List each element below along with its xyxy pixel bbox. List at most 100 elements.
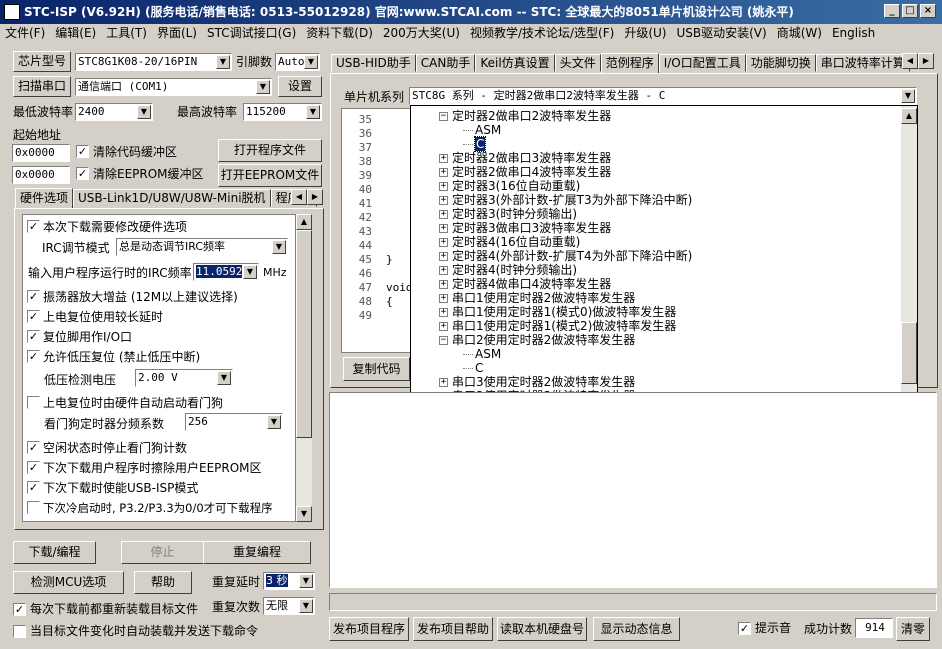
tab-scroll-right-icon[interactable]: ▶ — [307, 189, 323, 205]
max-baud-select[interactable]: 115200 ▼ — [243, 103, 322, 121]
collapse-icon[interactable]: − — [439, 336, 448, 345]
idle-stop-wd-checkbox[interactable]: ✓ — [27, 441, 40, 454]
repeat-delay-select[interactable]: 3 秒 ▼ — [263, 572, 315, 590]
expand-icon[interactable]: + — [439, 294, 448, 303]
tree-node[interactable]: − 串口2使用定时器2做波特率发生器 — [439, 333, 635, 347]
scroll-thumb[interactable] — [296, 230, 312, 438]
tree-node[interactable]: + 定时器3做串口3波特率发生器 — [439, 221, 611, 235]
detect-mcu-button[interactable]: 检测MCU选项 — [13, 571, 124, 594]
tab-right-1[interactable]: CAN助手 — [415, 54, 476, 72]
menu-item-10[interactable]: 商城(W) — [772, 24, 827, 42]
clear-count-button[interactable]: 清零 — [896, 617, 930, 641]
tree-leaf[interactable]: ASM — [463, 123, 501, 137]
port-select[interactable]: 通信端口 (COM1) ▼ — [75, 78, 272, 96]
chip-model-button[interactable]: 芯片型号 — [13, 51, 71, 72]
tree-node[interactable]: + 定时器3(16位自动重载) — [439, 179, 580, 193]
menu-item-4[interactable]: STC调试接口(G) — [202, 24, 301, 42]
tab-right-0[interactable]: USB-HID助手 — [331, 54, 416, 72]
tree-leaf[interactable]: ASM — [463, 347, 501, 361]
right-tab-scroll-right-icon[interactable]: ▶ — [918, 53, 934, 69]
tree-node[interactable]: + 串口1使用定时器1(模式2)做波特率发生器 — [439, 319, 676, 333]
menu-item-11[interactable]: English — [827, 24, 880, 42]
stop-button[interactable]: 停止 — [121, 541, 204, 564]
expand-icon[interactable]: + — [439, 266, 448, 275]
maximize-button[interactable]: □ — [902, 4, 918, 18]
tree-node[interactable]: + 串口1使用定时器2做波特率发生器 — [439, 291, 635, 305]
tree-node[interactable]: + 串口3使用定时器2做波特率发生器 — [439, 375, 635, 389]
min-baud-select[interactable]: 2400 ▼ — [75, 103, 153, 121]
repeat-count-select[interactable]: 无限 ▼ — [263, 597, 315, 615]
tree-node[interactable]: + 串口1使用定时器1(模式0)做波特率发生器 — [439, 305, 676, 319]
expand-icon[interactable]: + — [439, 196, 448, 205]
tab-scroll-left-icon[interactable]: ◀ — [291, 189, 307, 205]
repeat-program-button[interactable]: 重复编程 — [203, 541, 311, 564]
tab-right-5[interactable]: I/O口配置工具 — [658, 54, 746, 72]
minimize-button[interactable]: _ — [884, 4, 900, 18]
scroll-up-icon[interactable]: ▲ — [901, 108, 917, 124]
pins-select[interactable]: Auto ▼ — [275, 53, 320, 71]
expand-icon[interactable]: + — [439, 280, 448, 289]
clear-eeprom-checkbox[interactable]: ✓ — [76, 167, 89, 180]
tree-node[interactable]: − 定时器2做串口2波特率发生器 — [439, 109, 611, 123]
expand-icon[interactable]: + — [439, 154, 448, 163]
tree-node[interactable]: + 定时器4(时钟分频输出) — [439, 263, 577, 277]
tab-right-4[interactable]: 范例程序 — [600, 53, 659, 74]
show-dynamic-info-button[interactable]: 显示动态信息 — [593, 617, 680, 641]
expand-icon[interactable]: + — [439, 252, 448, 261]
chip-model-select[interactable]: STC8G1K08-20/16PIN ▼ — [75, 53, 232, 71]
menu-item-0[interactable]: 文件(F) — [0, 24, 50, 42]
reload-before-download-checkbox[interactable]: ✓ — [13, 603, 26, 616]
clear-code-checkbox[interactable]: ✓ — [76, 145, 89, 158]
scroll-up-icon[interactable]: ▲ — [296, 214, 312, 230]
help-button[interactable]: 帮助 — [134, 571, 192, 594]
menu-item-8[interactable]: 升级(U) — [619, 24, 671, 42]
expand-icon[interactable]: + — [439, 308, 448, 317]
menu-item-9[interactable]: USB驱动安装(V) — [671, 24, 771, 42]
osc-gain-checkbox[interactable]: ✓ — [27, 290, 40, 303]
tab-usb-link1d[interactable]: USB-Link1D/U8W/U8W-Mini脱机 — [73, 189, 271, 207]
publish-help-button[interactable]: 发布项目帮助 — [413, 617, 493, 641]
tree-node[interactable]: + 定时器3(时钟分频输出) — [439, 207, 577, 221]
cold-start-checkbox[interactable] — [27, 501, 40, 514]
tree-node[interactable]: + 定时器3(外部计数-扩展T3为外部下降沿中断) — [439, 193, 692, 207]
auto-watchdog-checkbox[interactable] — [27, 396, 40, 409]
close-button[interactable]: × — [920, 4, 936, 18]
erase-eeprom-checkbox[interactable]: ✓ — [27, 461, 40, 474]
eeprom-address-input[interactable]: 0x0000 — [12, 166, 70, 184]
collapse-icon[interactable]: − — [439, 112, 448, 121]
tree-node[interactable]: + 定时器4(外部计数-扩展T4为外部下降沿中断) — [439, 249, 692, 263]
tree-leaf[interactable]: C — [463, 361, 483, 375]
menu-item-3[interactable]: 界面(L) — [152, 24, 202, 42]
hw-options-scrollbar[interactable]: ▲ ▼ — [296, 214, 312, 522]
expand-icon[interactable]: + — [439, 224, 448, 233]
copy-code-button[interactable]: 复制代码 — [343, 357, 410, 381]
download-program-button[interactable]: 下载/编程 — [13, 541, 96, 564]
tree-node[interactable]: + 定时器2做串口4波特率发生器 — [439, 165, 611, 179]
irc-freq-select[interactable]: 11.0592 ▼ — [193, 263, 259, 281]
expand-icon[interactable]: + — [439, 168, 448, 177]
menu-item-5[interactable]: 资料下载(D) — [301, 24, 378, 42]
code-editor[interactable]: 35 36 37 38 39 40 41 42 43 44 45} 46 47 void 48{49 — [341, 108, 416, 353]
tab-right-2[interactable]: Keil仿真设置 — [475, 54, 555, 72]
long-reset-delay-checkbox[interactable]: ✓ — [27, 310, 40, 323]
tab-right-3[interactable]: 头文件 — [554, 54, 601, 72]
menu-item-1[interactable]: 编辑(E) — [50, 24, 101, 42]
scroll-down-icon[interactable]: ▼ — [296, 506, 312, 522]
tab-right-7[interactable]: 串口波特率计算 — [815, 54, 910, 72]
tree-leaf[interactable]: C — [463, 136, 487, 152]
open-program-file-button[interactable]: 打开程序文件 — [218, 139, 322, 162]
expand-icon[interactable]: + — [439, 322, 448, 331]
output-area[interactable] — [329, 392, 937, 588]
tree-node[interactable]: + 定时器2做串口3波特率发生器 — [439, 151, 611, 165]
watchdog-div-select[interactable]: 256 ▼ — [185, 413, 283, 431]
tree-node[interactable]: + 定时器4做串口4波特率发生器 — [439, 277, 611, 291]
scroll-thumb[interactable] — [901, 322, 917, 384]
expand-icon[interactable]: + — [439, 182, 448, 191]
tree-node[interactable]: + 定时器4(16位自动重载) — [439, 235, 580, 249]
menu-item-6[interactable]: 200万大奖(U) — [378, 24, 465, 42]
read-disk-id-button[interactable]: 读取本机硬盘号 — [497, 617, 587, 641]
menu-item-2[interactable]: 工具(T) — [101, 24, 152, 42]
menu-item-7[interactable]: 视频教学/技术论坛/选型(F) — [465, 24, 619, 42]
expand-icon[interactable]: + — [439, 378, 448, 387]
auto-load-checkbox[interactable] — [13, 625, 26, 638]
